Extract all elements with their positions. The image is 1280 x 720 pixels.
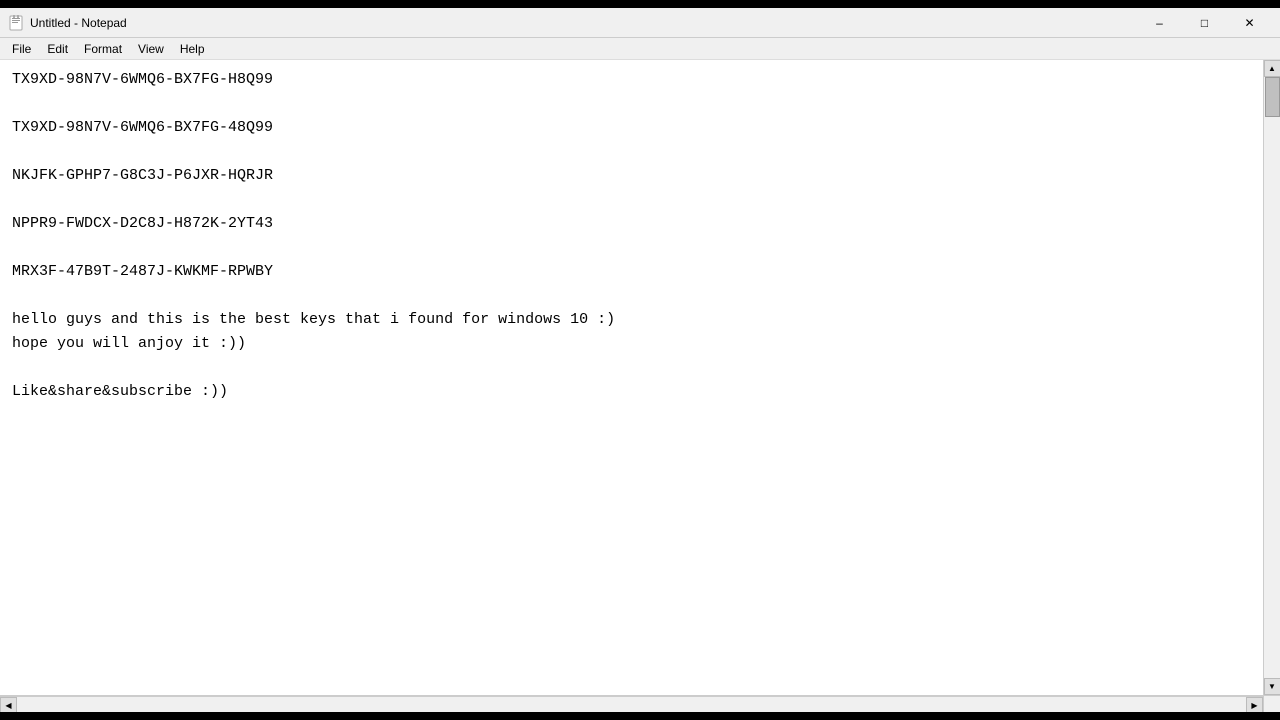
menu-file[interactable]: File: [4, 40, 39, 58]
close-button[interactable]: ✕: [1227, 8, 1272, 38]
title-bar: Untitled - Notepad – □ ✕: [0, 8, 1280, 38]
menu-bar: FileEditFormatViewHelp: [0, 38, 1280, 60]
vertical-scrollbar[interactable]: ▲ ▼: [1263, 60, 1280, 695]
scroll-track[interactable]: [1264, 77, 1280, 678]
scroll-down-arrow[interactable]: ▼: [1264, 678, 1280, 695]
window-title: Untitled - Notepad: [30, 16, 127, 30]
menu-help[interactable]: Help: [172, 40, 213, 58]
title-bar-left: Untitled - Notepad: [8, 15, 127, 31]
content-area: TX9XD-98N7V-6WMQ6-BX7FG-H8Q99 TX9XD-98N7…: [0, 60, 1280, 695]
bottom-border: [0, 712, 1280, 720]
menu-view[interactable]: View: [130, 40, 172, 58]
notepad-window: Untitled - Notepad – □ ✕ FileEditFormatV…: [0, 0, 1280, 720]
scrollbar-corner: [1263, 696, 1280, 713]
bottom-area: ◀ ▶: [0, 695, 1280, 712]
menu-edit[interactable]: Edit: [39, 40, 76, 58]
text-editor[interactable]: TX9XD-98N7V-6WMQ6-BX7FG-H8Q99 TX9XD-98N7…: [0, 60, 1263, 695]
scroll-right-arrow[interactable]: ▶: [1246, 697, 1263, 714]
menu-format[interactable]: Format: [76, 40, 130, 58]
title-bar-controls: – □ ✕: [1137, 8, 1272, 38]
horizontal-scrollbar[interactable]: ◀ ▶: [0, 696, 1263, 713]
scroll-thumb[interactable]: [1265, 77, 1280, 117]
notepad-icon: [8, 15, 24, 31]
scroll-up-arrow[interactable]: ▲: [1264, 60, 1280, 77]
scroll-left-arrow[interactable]: ◀: [0, 697, 17, 714]
top-border: [0, 0, 1280, 8]
minimize-button[interactable]: –: [1137, 8, 1182, 38]
maximize-button[interactable]: □: [1182, 8, 1227, 38]
